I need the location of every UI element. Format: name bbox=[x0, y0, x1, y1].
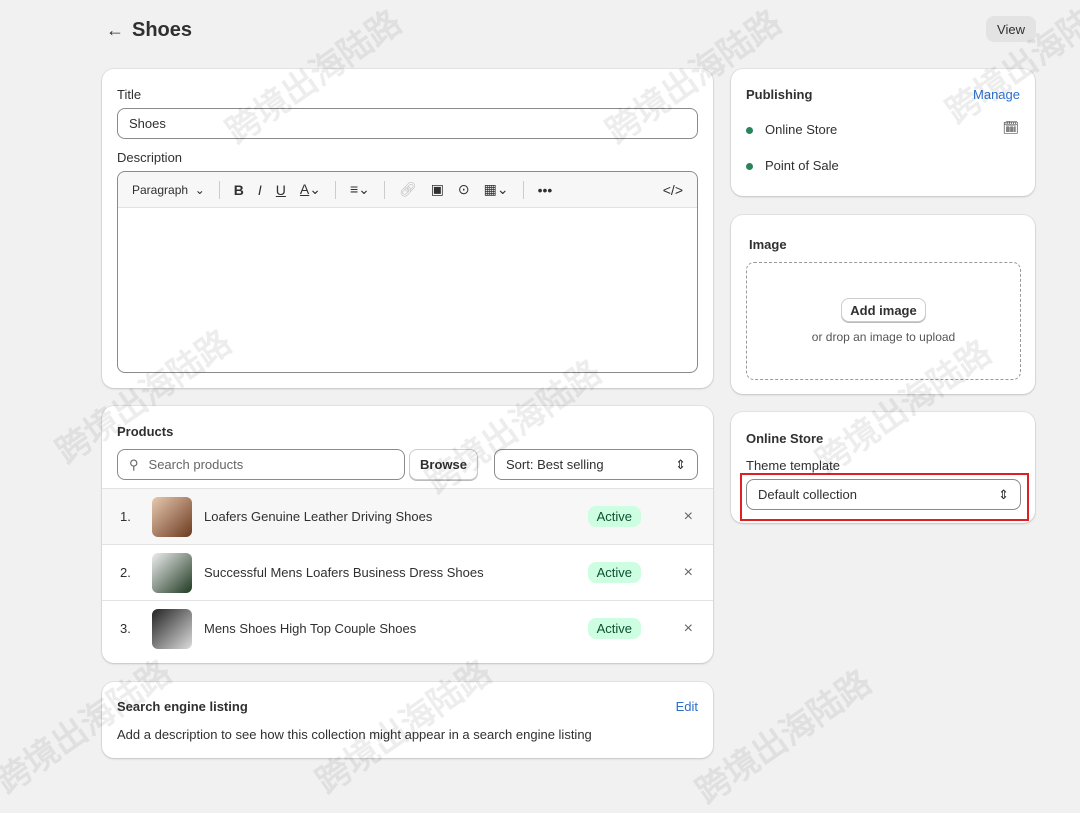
row-number: 2. bbox=[120, 565, 131, 580]
status-badge: Active bbox=[587, 618, 641, 639]
theme-template-label: Theme template bbox=[746, 458, 840, 473]
remove-icon[interactable]: × bbox=[684, 564, 693, 582]
product-row[interactable]: 1. Loafers Genuine Leather Driving Shoes… bbox=[102, 488, 713, 544]
underline-icon[interactable]: U bbox=[276, 182, 286, 198]
schedule-icon[interactable]: 🗓︎ bbox=[1002, 120, 1019, 136]
product-thumbnail bbox=[152, 496, 192, 537]
row-number: 1. bbox=[120, 509, 131, 524]
search-products-input[interactable]: ⚲ Search products bbox=[117, 449, 405, 480]
watermark: 跨境出海陆路 bbox=[689, 663, 879, 812]
product-name[interactable]: Mens Shoes High Top Couple Shoes bbox=[204, 621, 416, 636]
seo-edit-link[interactable]: Edit bbox=[676, 699, 698, 714]
image-icon[interactable]: ▣ bbox=[431, 181, 444, 198]
channel-online-store: Online Store bbox=[746, 122, 837, 137]
description-editor[interactable]: Paragraph ⌄ B I U A⌄ ≡⌄ 🔗︎ ▣ ⊙ ▦⌄ ••• </… bbox=[117, 171, 698, 373]
products-heading: Products bbox=[117, 424, 174, 439]
seo-card: Search engine listing Edit Add a descrip… bbox=[102, 682, 713, 758]
publishing-card: Publishing Manage Online Store 🗓︎ Point … bbox=[731, 69, 1035, 196]
paragraph-select[interactable]: Paragraph ⌄ bbox=[132, 183, 205, 197]
product-row[interactable]: 2. Successful Mens Loafers Business Dres… bbox=[102, 544, 713, 600]
remove-icon[interactable]: × bbox=[684, 508, 693, 526]
more-icon[interactable]: ••• bbox=[538, 182, 553, 198]
link-icon[interactable]: 🔗︎ bbox=[399, 181, 417, 198]
description-label: Description bbox=[117, 150, 183, 165]
remove-icon[interactable]: × bbox=[684, 620, 693, 638]
bold-icon[interactable]: B bbox=[234, 182, 244, 198]
video-icon[interactable]: ⊙ bbox=[458, 181, 470, 198]
search-icon: ⚲ bbox=[129, 456, 139, 472]
status-badge: Active bbox=[587, 562, 641, 583]
title-description-card: Title Shoes Description Paragraph ⌄ B I … bbox=[102, 69, 713, 388]
chevron-updown-icon: ⇕ bbox=[675, 456, 686, 472]
publishing-heading: Publishing bbox=[746, 87, 813, 102]
channel-point-of-sale: Point of Sale bbox=[746, 158, 839, 173]
product-thumbnail bbox=[152, 608, 192, 649]
seo-description: Add a description to see how this collec… bbox=[117, 727, 592, 742]
product-name[interactable]: Loafers Genuine Leather Driving Shoes bbox=[204, 509, 432, 524]
browse-button[interactable]: Browse bbox=[409, 449, 478, 480]
text-color-icon[interactable]: A⌄ bbox=[300, 181, 321, 198]
product-row[interactable]: 3. Mens Shoes High Top Couple Shoes Acti… bbox=[102, 600, 713, 656]
title-label: Title bbox=[117, 87, 142, 102]
view-button[interactable]: View bbox=[986, 16, 1036, 42]
page-title: Shoes bbox=[132, 19, 193, 41]
sort-select[interactable]: Sort: Best selling ⇕ bbox=[494, 449, 698, 480]
row-number: 3. bbox=[120, 621, 131, 636]
drop-hint: or drop an image to upload bbox=[811, 330, 956, 344]
product-thumbnail bbox=[152, 552, 192, 593]
title-input[interactable]: Shoes bbox=[117, 108, 698, 139]
manage-link[interactable]: Manage bbox=[973, 87, 1020, 102]
online-store-card: Online Store Theme template Default coll… bbox=[731, 412, 1035, 523]
image-heading: Image bbox=[749, 237, 787, 252]
chevron-updown-icon: ⇕ bbox=[998, 486, 1009, 502]
status-badge: Active bbox=[587, 506, 641, 527]
online-store-heading: Online Store bbox=[746, 431, 824, 446]
image-dropzone[interactable]: Add image or drop an image to upload bbox=[746, 262, 1021, 380]
product-name[interactable]: Successful Mens Loafers Business Dress S… bbox=[204, 565, 484, 580]
add-image-button[interactable]: Add image bbox=[841, 298, 926, 322]
back-arrow-icon[interactable]: ← bbox=[106, 20, 124, 41]
editor-toolbar: Paragraph ⌄ B I U A⌄ ≡⌄ 🔗︎ ▣ ⊙ ▦⌄ ••• </… bbox=[118, 172, 697, 208]
code-icon[interactable]: </> bbox=[663, 182, 683, 198]
italic-icon[interactable]: I bbox=[258, 182, 262, 198]
table-icon[interactable]: ▦⌄ bbox=[484, 181, 509, 198]
align-icon[interactable]: ≡⌄ bbox=[350, 181, 370, 198]
seo-heading: Search engine listing bbox=[117, 699, 248, 714]
title-value: Shoes bbox=[129, 116, 166, 131]
image-card: Image Add image or drop an image to uplo… bbox=[731, 215, 1035, 394]
theme-template-select[interactable]: Default collection ⇕ bbox=[746, 479, 1021, 510]
products-card: Products ⚲ Search products Browse Sort: B… bbox=[102, 406, 713, 663]
